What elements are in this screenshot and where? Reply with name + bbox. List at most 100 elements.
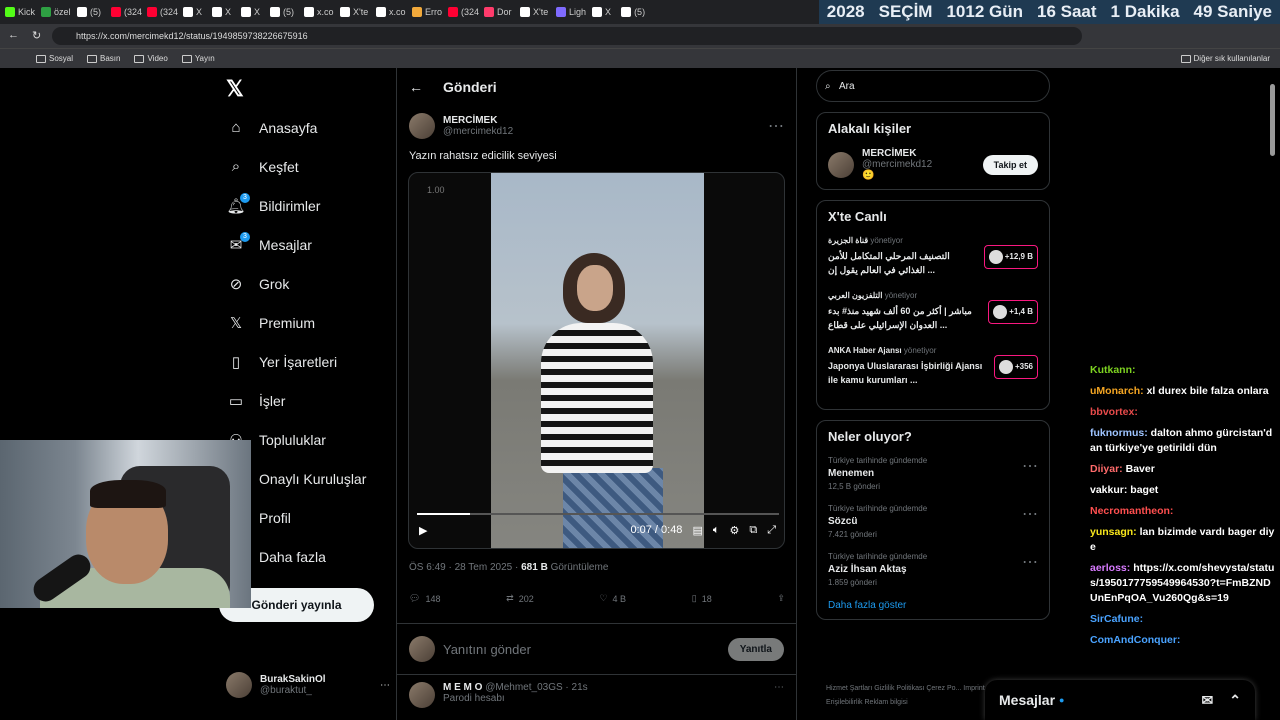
browser-tab[interactable]: Ligh [551,0,587,24]
chat-message: ComAndConquer: [1090,633,1276,648]
search-input[interactable]: ⌕ Ara [816,70,1050,102]
more-icon[interactable]: ⋯ [1022,456,1038,491]
tab-favicon-icon [5,7,15,17]
like-action[interactable]: ♡ 4 B [599,593,626,604]
live-item[interactable]: ANKA Haber Ajansı yönetiyor Japonya Ulusl… [828,346,1038,387]
video-frame[interactable] [491,173,704,548]
countdown-hours: 16 Saat [1037,2,1097,21]
back-icon[interactable]: ← [8,29,19,41]
chat-message: fuknormus: dalton ahmo gürcistan'dan tür… [1090,426,1276,456]
bookmark-action[interactable]: ▯ 18 [692,593,712,604]
bookmark-other[interactable]: Diğer sık kullanılanlar [1180,54,1270,63]
more-icon[interactable]: ⋯ [1022,504,1038,539]
browser-tab[interactable]: x.co [299,0,335,24]
captions-icon[interactable]: ▤ [692,524,702,537]
browser-tab[interactable]: x.co [371,0,407,24]
more-icon[interactable]: ⋯ [380,680,390,691]
chat-text: xl durex bile falza onlara [1143,385,1269,397]
browser-tab[interactable]: X'te [515,0,551,24]
trend-item[interactable]: Türkiye tarihinde gündemde Menemen 12,5 B … [828,456,1038,491]
show-more-link[interactable]: Daha fazla göster [828,600,1038,611]
share-action[interactable]: ⇪ [777,593,785,604]
browser-tab[interactable]: X [587,0,616,24]
reload-icon[interactable]: ↻ [32,29,41,42]
sidebar-item-0[interactable]: ⌂ Anasayfa [220,108,396,147]
back-arrow-icon[interactable]: ← [409,79,423,95]
browser-tab[interactable]: (324 [142,0,178,24]
chat-message: Necromantheon: [1090,504,1276,519]
reply-post[interactable]: M E M O @Mehmet_03GS · 21s Parodi hesabı… [397,678,796,712]
reply-author-name[interactable]: M E M O [443,682,482,693]
browser-tab[interactable]: Kick [0,0,36,24]
messages-drawer[interactable]: Mesajlar ● ✉ ⌃ [985,680,1255,720]
reply-input[interactable]: Yanıtını gönder [443,642,531,657]
sidebar-item-label: İşler [259,392,286,409]
right-sidebar: ⌕ Ara Alakalı kişiler MERCİMEK @mercimek… [816,70,1050,620]
browser-tab[interactable]: Dor [479,0,515,24]
follow-button[interactable]: Takip et [982,154,1038,175]
play-icon[interactable]: ▶ [419,524,427,537]
reply-button[interactable]: Yanıtla [727,637,784,661]
sidebar-item-6[interactable]: ▯ Yer İşaretleri [220,342,396,381]
sidebar-item-label: Grok [259,275,290,292]
video-player[interactable]: 1.00 ▶ 0:07 / 0:48 ▤ 🔈︎ ⚙ ⧉ ⤢ [408,172,785,549]
browser-tab[interactable]: (324 [106,0,142,24]
live-item[interactable]: قناة الجزيرة yönetiyor التصنيف المرحلي ال… [828,236,1038,277]
folder-icon [1180,54,1191,63]
sidebar-item-2[interactable]: 🔔︎ 3 Bildirimler [220,186,396,225]
post-author[interactable]: MERCİMEK @mercimekd12 ⋯ [397,106,796,146]
browser-tab[interactable]: X'te [335,0,371,24]
live-item[interactable]: التلفزيون العربي yönetiyor مباشر | أكثر م… [828,291,1038,332]
chat-username: aerloss: [1090,562,1131,574]
repost-action[interactable]: ⇄ 202 [506,593,534,604]
sidebar-item-3[interactable]: ✉ 3 Mesajlar [220,225,396,264]
compose-message-icon[interactable]: ✉ [1202,692,1214,709]
browser-tab[interactable]: (5) [265,0,299,24]
pip-icon[interactable]: ⧉ [749,524,757,537]
settings-icon[interactable]: ⚙ [729,524,739,537]
nav-icon: 𝕏 [229,314,243,332]
browser-tab[interactable]: X [207,0,236,24]
bookmark-yayin[interactable]: Yayın [181,54,215,63]
sidebar-item-7[interactable]: ▭ İşler [220,381,396,420]
browser-tab[interactable]: (5) [72,0,106,24]
bookmark-sosyal[interactable]: Sosyal [36,54,73,63]
live-avatar-icon [993,304,1008,319]
account-switcher[interactable]: BurakSakinOl @buraktut_ ⋯ [226,672,390,698]
sidebar-item-1[interactable]: ⌕ Keşfet [220,147,396,186]
sidebar-item-5[interactable]: 𝕏 Premium [220,303,396,342]
trend-item[interactable]: Türkiye tarihinde gündemde Sözcü 7.421 gön… [828,504,1038,539]
countdown-days: 1012 Gün [946,2,1023,21]
tab-favicon-icon [41,7,51,17]
browser-tab[interactable]: X [178,0,207,24]
fullscreen-icon[interactable]: ⤢ [767,524,776,537]
volume-icon[interactable]: 🔈︎ [713,524,720,537]
author-handle[interactable]: @mercimekd12 [443,126,513,137]
author-name[interactable]: MERCİMEK [443,115,513,126]
trend-item[interactable]: Türkiye tarihinde gündemde Aziz İhsan Akt… [828,552,1038,587]
tab-favicon-icon [448,7,459,17]
url-field[interactable]: https://x.com/mercimekd12/status/1949859… [52,27,1082,45]
chevron-up-icon[interactable]: ⌃ [1229,692,1241,709]
browser-tab[interactable]: (5) [616,0,650,24]
browser-tab[interactable]: özel [36,0,72,24]
page-scrollbar[interactable] [1268,70,1278,720]
more-icon[interactable]: ⋯ [1022,552,1038,587]
bookmark-basin[interactable]: Basın [87,54,120,63]
sidebar-item-4[interactable]: ⊘ Grok [220,264,396,303]
footer-links[interactable]: Hizmet Şartları Gizlilik Politikası Çere… [826,682,986,710]
author-avatar[interactable] [409,113,435,139]
chat-message: bbvortex: [1090,405,1276,420]
bookmark-video[interactable]: Video [134,54,168,63]
browser-tab[interactable]: X [236,0,265,24]
browser-tab[interactable]: Erro [407,0,443,24]
tab-favicon-icon [183,7,193,17]
reply-action[interactable]: 💬︎ 148 [409,593,440,604]
avatar [409,636,435,662]
related-person[interactable]: MERCİMEK @mercimekd12 🙂 Takip et [828,148,1038,181]
more-icon[interactable]: ⋯ [774,682,784,708]
x-logo-icon[interactable]: 𝕏 [226,76,244,102]
chat-username: uMonarch: [1090,385,1144,397]
browser-tab[interactable]: (324 [443,0,479,24]
more-icon[interactable]: ⋯ [768,116,784,136]
